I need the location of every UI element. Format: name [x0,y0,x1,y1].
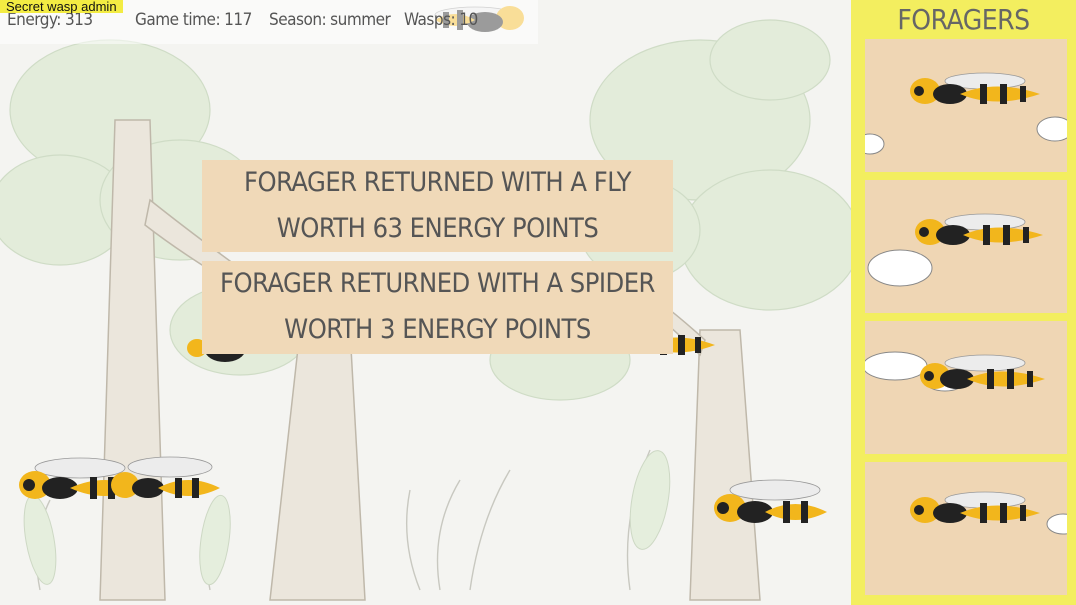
wasp-icon [865,351,1045,392]
admin-link[interactable]: Secret wasp admin [0,0,123,13]
game-time-value: 117 [224,10,252,30]
wasps-value: 10 [459,10,478,30]
season-stat: Season: summer [269,10,391,30]
game-time-stat: Game time: 117 [135,10,252,30]
wasp-icon[interactable] [100,452,225,527]
wasps-label: Wasps: [404,10,456,30]
wasp-icon [865,72,1067,155]
season-label: Season: [269,10,327,30]
wasp-icon[interactable] [690,470,830,550]
wasp-icon [867,213,1043,287]
game-time-label: Game time: [135,10,221,30]
forager-card[interactable] [865,321,1067,454]
wasp-icon [910,491,1067,535]
notification-message: Forager returned with a spider worth 3 e… [202,261,673,354]
foragers-panel: FORAGERS [851,0,1076,605]
panel-title: FORAGERS [897,3,1030,36]
wasps-stat: Wasps: 10 [404,10,478,30]
notification-message: Forager returned with a fly worth 63 ene… [202,160,673,252]
forager-card[interactable] [865,39,1067,172]
forager-card[interactable] [865,180,1067,313]
season-value: summer [330,10,391,30]
forager-card[interactable] [865,462,1067,595]
